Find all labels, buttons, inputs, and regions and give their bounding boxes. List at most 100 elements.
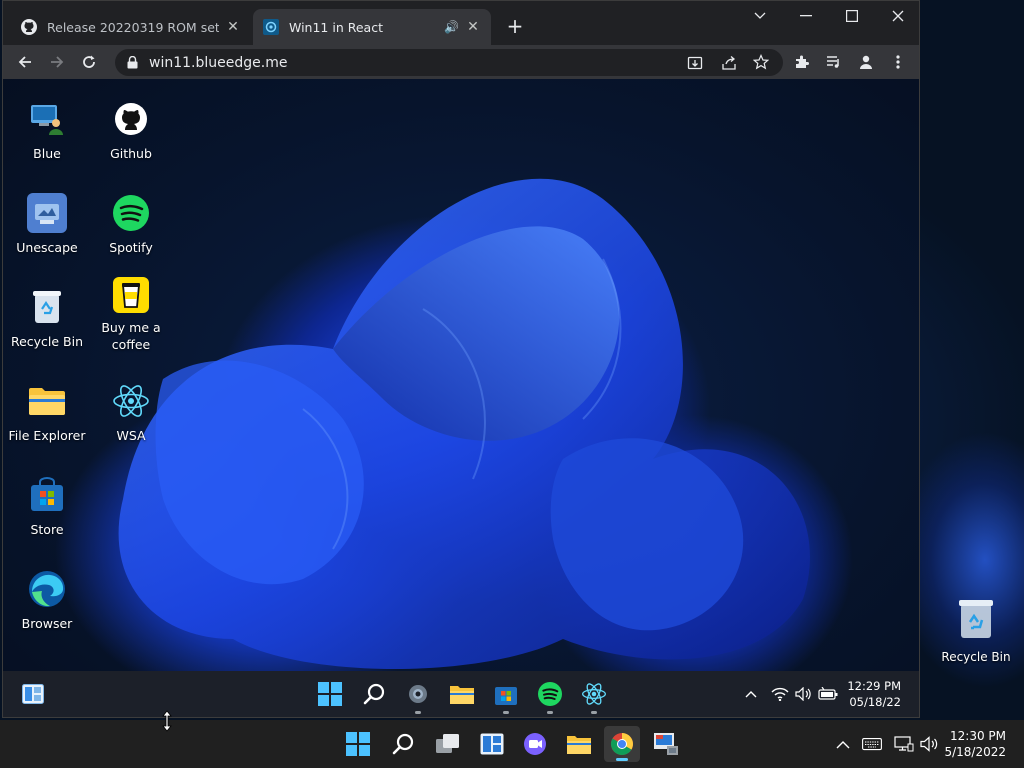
extensions-puzzle-icon[interactable] [790, 50, 814, 74]
desktop-icon-label: File Explorer [8, 428, 86, 443]
close-icon[interactable]: ✕ [465, 19, 481, 35]
volume-icon[interactable] [920, 720, 940, 768]
remote-app-icon[interactable] [652, 730, 680, 758]
battery-icon[interactable] [818, 671, 838, 717]
resize-cursor-icon [162, 710, 172, 736]
chevron-down-icon[interactable] [737, 1, 783, 31]
running-indicator [547, 711, 553, 714]
react-icon [111, 381, 151, 421]
user-pc-icon [27, 99, 67, 139]
widgets-icon[interactable] [478, 730, 506, 758]
inner-date: 05/18/22 [849, 695, 901, 709]
teams-chat-icon[interactable] [521, 730, 549, 758]
network-icon[interactable] [894, 720, 914, 768]
store-icon[interactable] [492, 680, 520, 714]
close-window-button[interactable] [875, 1, 919, 31]
minimize-button[interactable] [783, 1, 829, 31]
start-windows-icon[interactable] [344, 730, 372, 758]
outer-date: 5/18/2022 [944, 745, 1006, 759]
github-icon [111, 99, 151, 139]
desktop-icon-wsa[interactable]: WSA [89, 381, 173, 444]
install-app-icon[interactable] [687, 55, 703, 75]
running-indicator [503, 711, 509, 714]
desktop-icon-spotify[interactable]: Spotify [89, 193, 173, 256]
reload-button[interactable] [77, 50, 101, 74]
outer-taskbar: 12:30 PM 5/18/2022 [0, 720, 1024, 768]
browser-toolbar: win11.blueedge.me [3, 45, 919, 79]
coffee-icon [113, 277, 149, 313]
widgets-icon[interactable] [19, 680, 47, 708]
react-icon[interactable] [580, 680, 608, 714]
tab-strip: Release 20220319 ROM set (86B ✕ Win11 in… [3, 1, 919, 45]
desktop-icon-label: Buy me a coffee [101, 320, 161, 352]
tab-title: Release 20220319 ROM set (86B [47, 19, 219, 35]
desktop-icon-label: Browser [21, 616, 73, 631]
close-icon[interactable]: ✕ [225, 19, 241, 35]
bloom-wallpaper [118, 178, 810, 669]
task-view-icon[interactable] [434, 730, 462, 758]
desktop-icon-label: Store [30, 522, 64, 537]
running-indicator [616, 758, 628, 761]
url-text: win11.blueedge.me [149, 54, 288, 71]
desktop-icon-unescape[interactable]: Unescape [5, 193, 89, 256]
lock-icon[interactable] [125, 56, 139, 70]
inner-taskbar: 12:29 PM 05/18/22 [3, 671, 919, 717]
address-bar[interactable]: win11.blueedge.me [115, 49, 783, 76]
volume-icon[interactable] [795, 671, 813, 717]
inner-time: 12:29 PM [847, 679, 901, 693]
new-tab-button[interactable]: + [503, 15, 527, 39]
desktop-icon-github[interactable]: Github [89, 99, 173, 162]
chrome-icon[interactable] [604, 726, 640, 762]
browser-window: Release 20220319 ROM set (86B ✕ Win11 in… [2, 0, 920, 718]
desktop-icon-label: Github [110, 146, 152, 161]
folder-icon [27, 381, 67, 421]
desktop-icon-label: Recycle Bin [10, 334, 84, 349]
spotify-icon[interactable] [536, 680, 564, 714]
store-icon [27, 475, 67, 515]
start-windows-icon[interactable] [316, 680, 344, 708]
speaker-icon[interactable]: 🔊 [444, 20, 459, 34]
back-button[interactable] [13, 50, 37, 74]
win11-react-page: Blue Github Unescape Spotify Recycle Bin [3, 79, 919, 717]
github-icon [21, 19, 37, 35]
share-icon[interactable] [721, 55, 737, 75]
desktop-icon-store[interactable]: Store [5, 475, 89, 538]
tab-rom-set[interactable]: Release 20220319 ROM set (86B ✕ [11, 9, 251, 45]
desktop-icon-browser[interactable]: Browser [5, 569, 89, 632]
more-menu-icon[interactable] [886, 50, 910, 74]
bookmark-star-icon[interactable] [752, 54, 770, 74]
desktop-icon-blue[interactable]: Blue [5, 99, 89, 162]
desktop-icon-label: Spotify [109, 240, 153, 255]
folder-icon[interactable] [448, 680, 476, 708]
desktop-icon-file-explorer[interactable]: File Explorer [5, 381, 89, 444]
search-icon[interactable] [389, 730, 417, 758]
tab-win11-in-react[interactable]: Win11 in React 🔊 ✕ [253, 9, 491, 45]
recycle-bin-icon [957, 598, 995, 644]
desktop-icon-label: Unescape [16, 240, 78, 255]
wifi-icon[interactable] [771, 671, 789, 717]
running-indicator [591, 711, 597, 714]
show-hidden-icons[interactable] [745, 671, 757, 717]
keyboard-icon[interactable] [862, 720, 882, 768]
folder-icon[interactable] [565, 730, 593, 758]
desktop-icon-recycle-bin[interactable]: Recycle Bin [5, 287, 89, 350]
edge-icon [27, 569, 67, 609]
outer-clock[interactable]: 12:30 PM 5/18/2022 [944, 728, 1006, 760]
media-queue-icon[interactable] [822, 50, 846, 74]
forward-button[interactable] [45, 50, 69, 74]
spotify-icon [111, 193, 151, 233]
show-hidden-icons[interactable] [836, 720, 850, 768]
desktop-icon-label: WSA [116, 428, 146, 443]
settings-gear-icon[interactable] [404, 680, 432, 714]
inner-clock[interactable]: 12:29 PM 05/18/22 [843, 678, 901, 710]
search-icon[interactable] [360, 680, 388, 708]
outer-recycle-bin[interactable]: Recycle Bin [940, 598, 1012, 664]
tab-title: Win11 in React [289, 19, 383, 35]
desktop-icon-buy-me-a-coffee[interactable]: Buy me a coffee [89, 277, 173, 353]
win11-icon [263, 19, 279, 35]
recycle-bin-icon [27, 287, 67, 327]
outer-recycle-bin-label: Recycle Bin [941, 650, 1011, 664]
profile-avatar-icon[interactable] [854, 50, 878, 74]
maximize-button[interactable] [829, 1, 875, 31]
running-indicator [415, 711, 421, 714]
